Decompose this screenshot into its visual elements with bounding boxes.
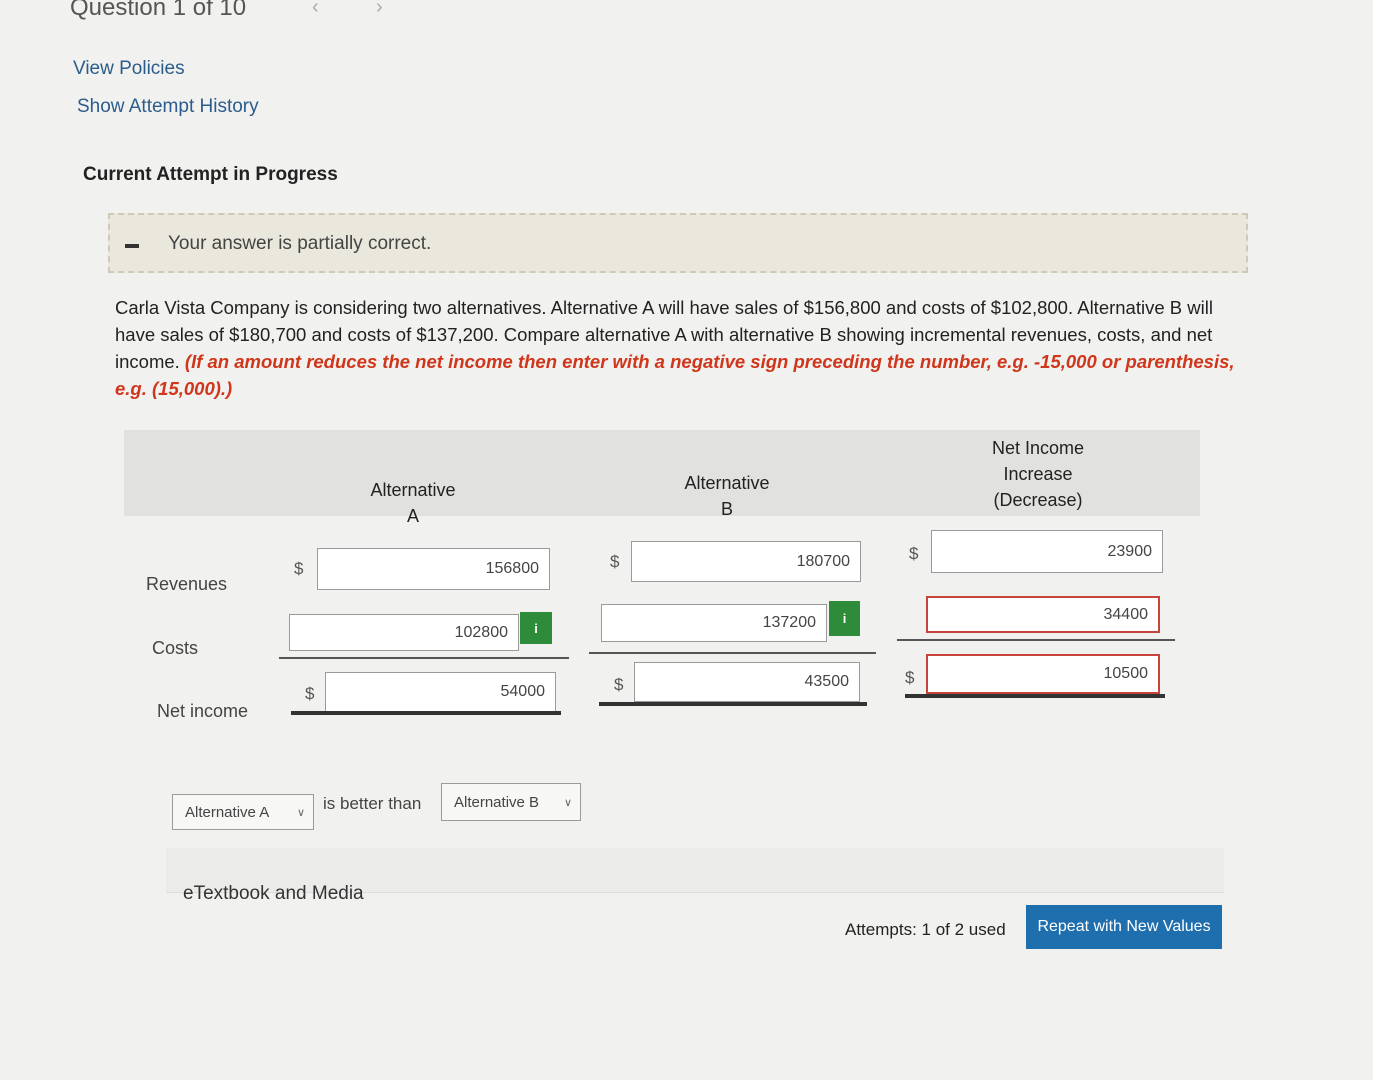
show-attempt-history-link[interactable]: Show Attempt History xyxy=(77,96,259,118)
info-icon[interactable]: i xyxy=(520,612,552,644)
net-income-double-underline xyxy=(905,694,1165,698)
revenues-alternative-b-input[interactable]: 180700 xyxy=(631,541,861,582)
etextbook-and-media-link[interactable]: eTextbook and Media xyxy=(183,883,364,905)
select-value: Alternative A xyxy=(185,803,270,821)
column-header-line: A xyxy=(406,506,419,526)
revenues-net-input[interactable]: 23900 xyxy=(931,530,1163,573)
currency-symbol: $ xyxy=(305,684,315,703)
better-alternative-select[interactable]: Alternative A ∨ xyxy=(172,794,314,830)
currency-symbol: $ xyxy=(614,675,624,694)
costs-net-input[interactable]: 34400 xyxy=(926,596,1160,633)
net-income-alternative-b-input[interactable]: 43500 xyxy=(634,662,860,702)
currency-symbol: $ xyxy=(909,544,919,563)
previous-question-icon[interactable]: ‹ xyxy=(312,0,319,19)
comparison-connector: is better than xyxy=(323,794,422,813)
row-label-net-income: Net income xyxy=(157,701,249,721)
column-header-line: Net Income xyxy=(991,438,1085,458)
partial-correct-icon xyxy=(125,244,139,248)
column-header-line: B xyxy=(720,499,733,519)
column-header-line: Alternative xyxy=(370,480,456,500)
costs-alternative-b-input[interactable]: 137200 xyxy=(601,604,827,642)
column-header-alternative-b: Alternative B xyxy=(652,470,802,522)
currency-symbol: $ xyxy=(294,559,304,578)
worse-alternative-select[interactable]: Alternative B ∨ xyxy=(441,783,581,821)
problem-statement: Carla Vista Company is considering two a… xyxy=(115,294,1240,402)
net-income-double-underline xyxy=(291,711,561,715)
chevron-down-icon: ∨ xyxy=(296,806,305,819)
column-header-line: Alternative xyxy=(684,473,770,493)
column-header-line: (Decrease) xyxy=(993,490,1083,510)
feedback-text: Your answer is partially correct. xyxy=(168,233,432,254)
costs-alternative-a-input[interactable]: 102800 xyxy=(289,614,519,651)
currency-symbol: $ xyxy=(905,668,915,687)
problem-instruction: (If an amount reduces the net income the… xyxy=(115,351,1235,399)
costs-underline xyxy=(279,657,569,659)
repeat-with-new-values-button[interactable]: Repeat with New Values xyxy=(1026,905,1222,949)
costs-underline xyxy=(589,652,876,654)
costs-underline xyxy=(897,639,1175,641)
info-icon[interactable]: i xyxy=(829,601,860,636)
feedback-banner: Your answer is partially correct. xyxy=(108,213,1248,273)
chevron-down-icon: ∨ xyxy=(563,796,572,809)
row-label-revenues: Revenues xyxy=(146,574,228,594)
net-income-net-input[interactable]: 10500 xyxy=(926,654,1160,694)
row-label-costs: Costs xyxy=(152,638,199,658)
view-policies-link[interactable]: View Policies xyxy=(73,58,185,80)
question-counter: Question 1 of 10 xyxy=(70,0,247,21)
current-attempt-caption: Current Attempt in Progress xyxy=(83,164,338,185)
column-header-net-income: Net Income Increase (Decrease) xyxy=(958,435,1118,513)
column-header-alternative-a: Alternative A xyxy=(338,477,488,529)
column-header-line: Increase xyxy=(1003,464,1073,484)
next-question-icon[interactable]: › xyxy=(376,0,383,19)
attempts-counter: Attempts: 1 of 2 used xyxy=(845,920,1006,939)
net-income-alternative-a-input[interactable]: 54000 xyxy=(325,672,556,712)
net-income-double-underline xyxy=(599,702,867,706)
currency-symbol: $ xyxy=(610,552,620,571)
select-value: Alternative B xyxy=(454,793,540,811)
revenues-alternative-a-input[interactable]: 156800 xyxy=(317,548,550,590)
